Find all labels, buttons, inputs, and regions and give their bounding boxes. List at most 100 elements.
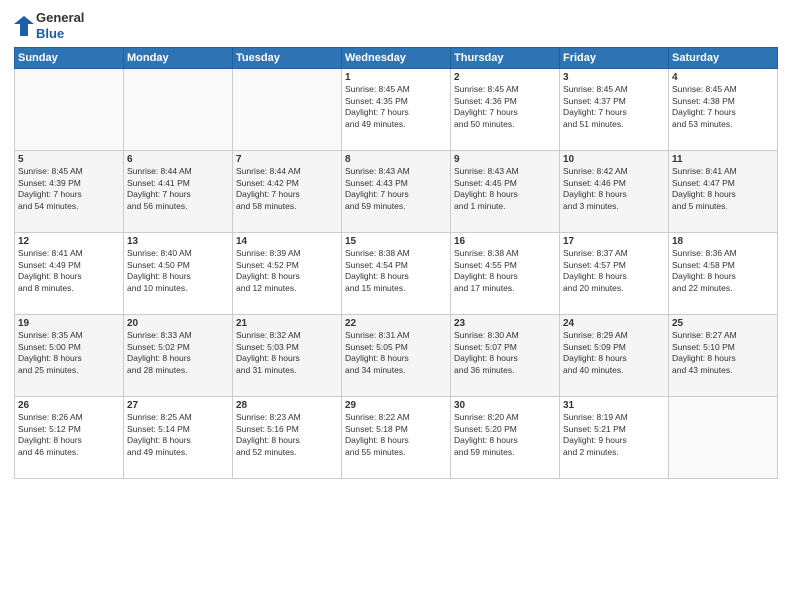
week-row-1: 1Sunrise: 8:45 AM Sunset: 4:35 PM Daylig… (15, 69, 778, 151)
day-cell: 27Sunrise: 8:25 AM Sunset: 5:14 PM Dayli… (124, 397, 233, 479)
day-info: Sunrise: 8:33 AM Sunset: 5:02 PM Dayligh… (127, 330, 229, 376)
day-info: Sunrise: 8:22 AM Sunset: 5:18 PM Dayligh… (345, 412, 447, 458)
day-cell: 16Sunrise: 8:38 AM Sunset: 4:55 PM Dayli… (451, 233, 560, 315)
logo: General Blue (14, 10, 84, 41)
weekday-header-tuesday: Tuesday (233, 48, 342, 69)
day-cell: 31Sunrise: 8:19 AM Sunset: 5:21 PM Dayli… (560, 397, 669, 479)
day-number: 10 (563, 154, 665, 165)
day-info: Sunrise: 8:42 AM Sunset: 4:46 PM Dayligh… (563, 166, 665, 212)
week-row-5: 26Sunrise: 8:26 AM Sunset: 5:12 PM Dayli… (15, 397, 778, 479)
day-cell: 6Sunrise: 8:44 AM Sunset: 4:41 PM Daylig… (124, 151, 233, 233)
day-number: 19 (18, 318, 120, 329)
logo-container: General Blue (14, 10, 84, 41)
day-number: 20 (127, 318, 229, 329)
calendar-table: SundayMondayTuesdayWednesdayThursdayFrid… (14, 47, 778, 479)
day-number: 31 (563, 400, 665, 411)
day-info: Sunrise: 8:45 AM Sunset: 4:37 PM Dayligh… (563, 84, 665, 130)
day-info: Sunrise: 8:45 AM Sunset: 4:39 PM Dayligh… (18, 166, 120, 212)
day-info: Sunrise: 8:40 AM Sunset: 4:50 PM Dayligh… (127, 248, 229, 294)
day-cell: 21Sunrise: 8:32 AM Sunset: 5:03 PM Dayli… (233, 315, 342, 397)
day-info: Sunrise: 8:35 AM Sunset: 5:00 PM Dayligh… (18, 330, 120, 376)
day-number: 30 (454, 400, 556, 411)
day-info: Sunrise: 8:44 AM Sunset: 4:41 PM Dayligh… (127, 166, 229, 212)
day-info: Sunrise: 8:27 AM Sunset: 5:10 PM Dayligh… (672, 330, 774, 376)
week-row-2: 5Sunrise: 8:45 AM Sunset: 4:39 PM Daylig… (15, 151, 778, 233)
day-info: Sunrise: 8:45 AM Sunset: 4:36 PM Dayligh… (454, 84, 556, 130)
day-number: 13 (127, 236, 229, 247)
day-cell: 20Sunrise: 8:33 AM Sunset: 5:02 PM Dayli… (124, 315, 233, 397)
week-row-4: 19Sunrise: 8:35 AM Sunset: 5:00 PM Dayli… (15, 315, 778, 397)
weekday-header-thursday: Thursday (451, 48, 560, 69)
day-cell: 17Sunrise: 8:37 AM Sunset: 4:57 PM Dayli… (560, 233, 669, 315)
day-info: Sunrise: 8:32 AM Sunset: 5:03 PM Dayligh… (236, 330, 338, 376)
day-number: 27 (127, 400, 229, 411)
day-number: 29 (345, 400, 447, 411)
day-cell: 19Sunrise: 8:35 AM Sunset: 5:00 PM Dayli… (15, 315, 124, 397)
day-cell: 13Sunrise: 8:40 AM Sunset: 4:50 PM Dayli… (124, 233, 233, 315)
day-cell (15, 69, 124, 151)
day-info: Sunrise: 8:43 AM Sunset: 4:43 PM Dayligh… (345, 166, 447, 212)
day-cell: 25Sunrise: 8:27 AM Sunset: 5:10 PM Dayli… (669, 315, 778, 397)
day-number: 23 (454, 318, 556, 329)
day-cell: 2Sunrise: 8:45 AM Sunset: 4:36 PM Daylig… (451, 69, 560, 151)
day-info: Sunrise: 8:23 AM Sunset: 5:16 PM Dayligh… (236, 412, 338, 458)
day-cell: 29Sunrise: 8:22 AM Sunset: 5:18 PM Dayli… (342, 397, 451, 479)
calendar-body: 1Sunrise: 8:45 AM Sunset: 4:35 PM Daylig… (15, 69, 778, 479)
logo-blue: Blue (36, 26, 84, 42)
day-number: 14 (236, 236, 338, 247)
day-number: 15 (345, 236, 447, 247)
day-info: Sunrise: 8:26 AM Sunset: 5:12 PM Dayligh… (18, 412, 120, 458)
day-info: Sunrise: 8:31 AM Sunset: 5:05 PM Dayligh… (345, 330, 447, 376)
day-info: Sunrise: 8:45 AM Sunset: 4:38 PM Dayligh… (672, 84, 774, 130)
day-number: 24 (563, 318, 665, 329)
day-number: 9 (454, 154, 556, 165)
day-cell: 3Sunrise: 8:45 AM Sunset: 4:37 PM Daylig… (560, 69, 669, 151)
day-cell: 11Sunrise: 8:41 AM Sunset: 4:47 PM Dayli… (669, 151, 778, 233)
calendar-page: General Blue SundayMondayTuesdayWednesda… (0, 0, 792, 612)
day-cell: 28Sunrise: 8:23 AM Sunset: 5:16 PM Dayli… (233, 397, 342, 479)
header: General Blue (14, 10, 778, 41)
day-number: 12 (18, 236, 120, 247)
day-info: Sunrise: 8:36 AM Sunset: 4:58 PM Dayligh… (672, 248, 774, 294)
day-info: Sunrise: 8:20 AM Sunset: 5:20 PM Dayligh… (454, 412, 556, 458)
day-number: 22 (345, 318, 447, 329)
day-number: 2 (454, 72, 556, 83)
day-cell: 7Sunrise: 8:44 AM Sunset: 4:42 PM Daylig… (233, 151, 342, 233)
day-cell: 14Sunrise: 8:39 AM Sunset: 4:52 PM Dayli… (233, 233, 342, 315)
day-number: 25 (672, 318, 774, 329)
weekday-header-sunday: Sunday (15, 48, 124, 69)
day-info: Sunrise: 8:30 AM Sunset: 5:07 PM Dayligh… (454, 330, 556, 376)
day-number: 16 (454, 236, 556, 247)
day-cell: 23Sunrise: 8:30 AM Sunset: 5:07 PM Dayli… (451, 315, 560, 397)
day-cell: 30Sunrise: 8:20 AM Sunset: 5:20 PM Dayli… (451, 397, 560, 479)
day-number: 5 (18, 154, 120, 165)
day-number: 17 (563, 236, 665, 247)
day-cell: 4Sunrise: 8:45 AM Sunset: 4:38 PM Daylig… (669, 69, 778, 151)
day-cell: 22Sunrise: 8:31 AM Sunset: 5:05 PM Dayli… (342, 315, 451, 397)
weekday-header-monday: Monday (124, 48, 233, 69)
weekday-row: SundayMondayTuesdayWednesdayThursdayFrid… (15, 48, 778, 69)
day-cell: 10Sunrise: 8:42 AM Sunset: 4:46 PM Dayli… (560, 151, 669, 233)
day-cell (124, 69, 233, 151)
day-info: Sunrise: 8:39 AM Sunset: 4:52 PM Dayligh… (236, 248, 338, 294)
week-row-3: 12Sunrise: 8:41 AM Sunset: 4:49 PM Dayli… (15, 233, 778, 315)
calendar-header: SundayMondayTuesdayWednesdayThursdayFrid… (15, 48, 778, 69)
weekday-header-wednesday: Wednesday (342, 48, 451, 69)
day-info: Sunrise: 8:38 AM Sunset: 4:54 PM Dayligh… (345, 248, 447, 294)
logo-text: General Blue (36, 10, 84, 41)
day-info: Sunrise: 8:25 AM Sunset: 5:14 PM Dayligh… (127, 412, 229, 458)
day-number: 28 (236, 400, 338, 411)
day-cell: 8Sunrise: 8:43 AM Sunset: 4:43 PM Daylig… (342, 151, 451, 233)
day-number: 1 (345, 72, 447, 83)
day-cell: 24Sunrise: 8:29 AM Sunset: 5:09 PM Dayli… (560, 315, 669, 397)
day-cell: 1Sunrise: 8:45 AM Sunset: 4:35 PM Daylig… (342, 69, 451, 151)
day-info: Sunrise: 8:44 AM Sunset: 4:42 PM Dayligh… (236, 166, 338, 212)
day-number: 7 (236, 154, 338, 165)
day-info: Sunrise: 8:29 AM Sunset: 5:09 PM Dayligh… (563, 330, 665, 376)
day-cell: 18Sunrise: 8:36 AM Sunset: 4:58 PM Dayli… (669, 233, 778, 315)
day-cell: 12Sunrise: 8:41 AM Sunset: 4:49 PM Dayli… (15, 233, 124, 315)
logo-bird-icon (14, 14, 34, 38)
day-info: Sunrise: 8:43 AM Sunset: 4:45 PM Dayligh… (454, 166, 556, 212)
day-info: Sunrise: 8:38 AM Sunset: 4:55 PM Dayligh… (454, 248, 556, 294)
day-number: 26 (18, 400, 120, 411)
